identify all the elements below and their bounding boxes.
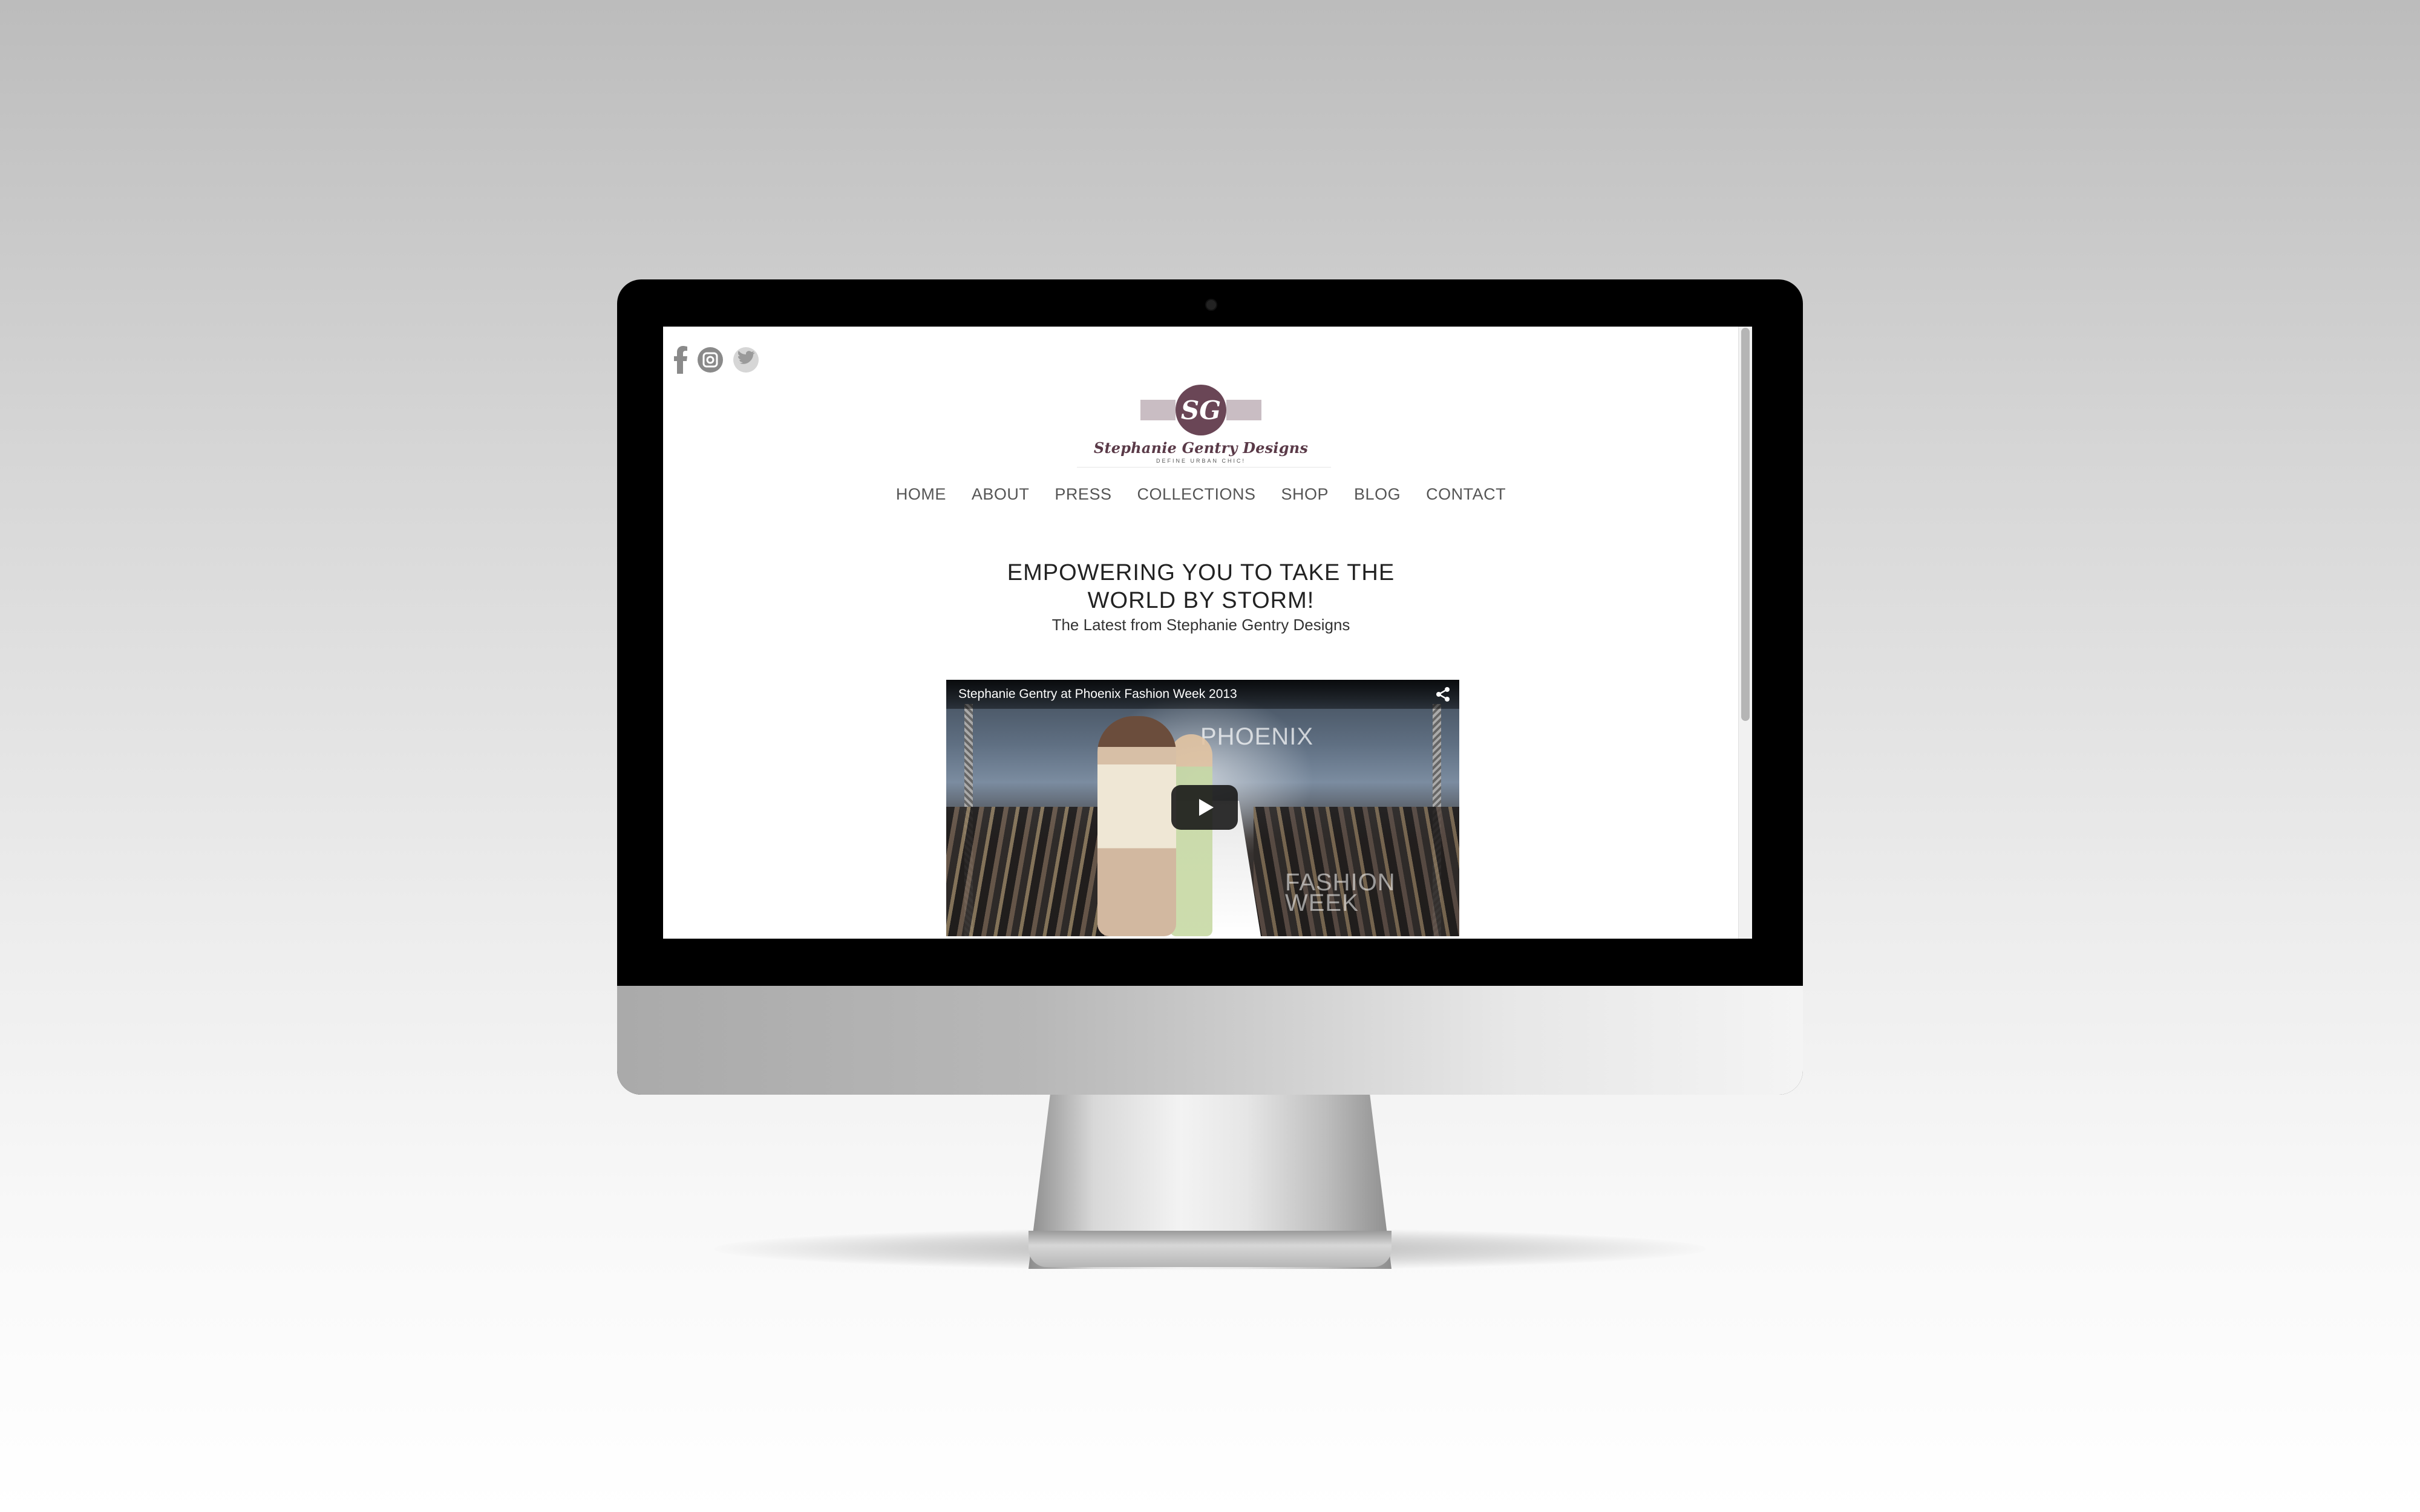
social-links — [674, 346, 760, 377]
monitor-chin — [617, 986, 1803, 1095]
logo-bar-left — [1140, 400, 1176, 420]
monitor-stand-foot — [1028, 1231, 1392, 1267]
video-titlebar: Stephanie Gentry at Phoenix Fashion Week… — [946, 680, 1459, 709]
facebook-icon[interactable] — [674, 346, 688, 377]
logo-monogram: SG — [1176, 385, 1226, 435]
logo-badge: SG — [1140, 385, 1261, 435]
logo-bar-right — [1226, 400, 1261, 420]
video-backdrop-text-2: FASHION WEEK — [1285, 869, 1396, 916]
play-button[interactable] — [1171, 785, 1238, 830]
twitter-icon[interactable] — [732, 347, 760, 376]
nav-item-press[interactable]: PRESS — [1055, 485, 1111, 504]
instagram-icon[interactable] — [697, 347, 724, 376]
video-frame-model-secondary — [1170, 734, 1212, 936]
scrollbar[interactable] — [1738, 327, 1752, 939]
video-backdrop-text-1: PHOENIX — [1200, 723, 1314, 750]
hero-subhead: The Latest from Stephanie Gentry Designs — [1051, 616, 1350, 634]
site-logo[interactable]: SG Stephanie Gentry Designs DEFINE URBAN… — [663, 385, 1739, 464]
nav-item-collections[interactable]: COLLECTIONS — [1137, 485, 1255, 504]
hero-headline: EMPOWERING YOU TO TAKE THE WORLD BY STOR… — [663, 559, 1739, 614]
nav-item-contact[interactable]: CONTACT — [1426, 485, 1506, 504]
nav-item-about[interactable]: ABOUT — [972, 485, 1030, 504]
main-nav: HOME ABOUT PRESS COLLECTIONS SHOP BLOG C… — [663, 485, 1739, 504]
video-title[interactable]: Stephanie Gentry at Phoenix Fashion Week… — [946, 687, 1237, 702]
video-frame-model — [1097, 716, 1176, 936]
nav-item-blog[interactable]: BLOG — [1354, 485, 1401, 504]
browser-viewport: SG Stephanie Gentry Designs DEFINE URBAN… — [663, 327, 1752, 939]
play-icon — [1199, 799, 1214, 816]
video-player[interactable]: PHOENIX FASHION WEEK Stephanie Gentry at… — [946, 680, 1459, 936]
scrollbar-thumb[interactable] — [1741, 328, 1750, 721]
logo-name: Stephanie Gentry Designs — [1093, 439, 1309, 457]
hero-headline-line1: EMPOWERING YOU TO TAKE THE — [1007, 560, 1395, 585]
webcam-icon — [1205, 299, 1217, 311]
nav-item-shop[interactable]: SHOP — [1281, 485, 1329, 504]
logo-tagline: DEFINE URBAN CHIC! — [1156, 458, 1246, 464]
hero-headline-line2: WORLD BY STORM! — [1087, 588, 1315, 613]
nav-item-home[interactable]: HOME — [896, 485, 946, 504]
nav-divider — [1077, 467, 1331, 468]
imac-monitor: SG Stephanie Gentry Designs DEFINE URBAN… — [617, 279, 1803, 1095]
share-icon[interactable] — [1434, 685, 1452, 703]
